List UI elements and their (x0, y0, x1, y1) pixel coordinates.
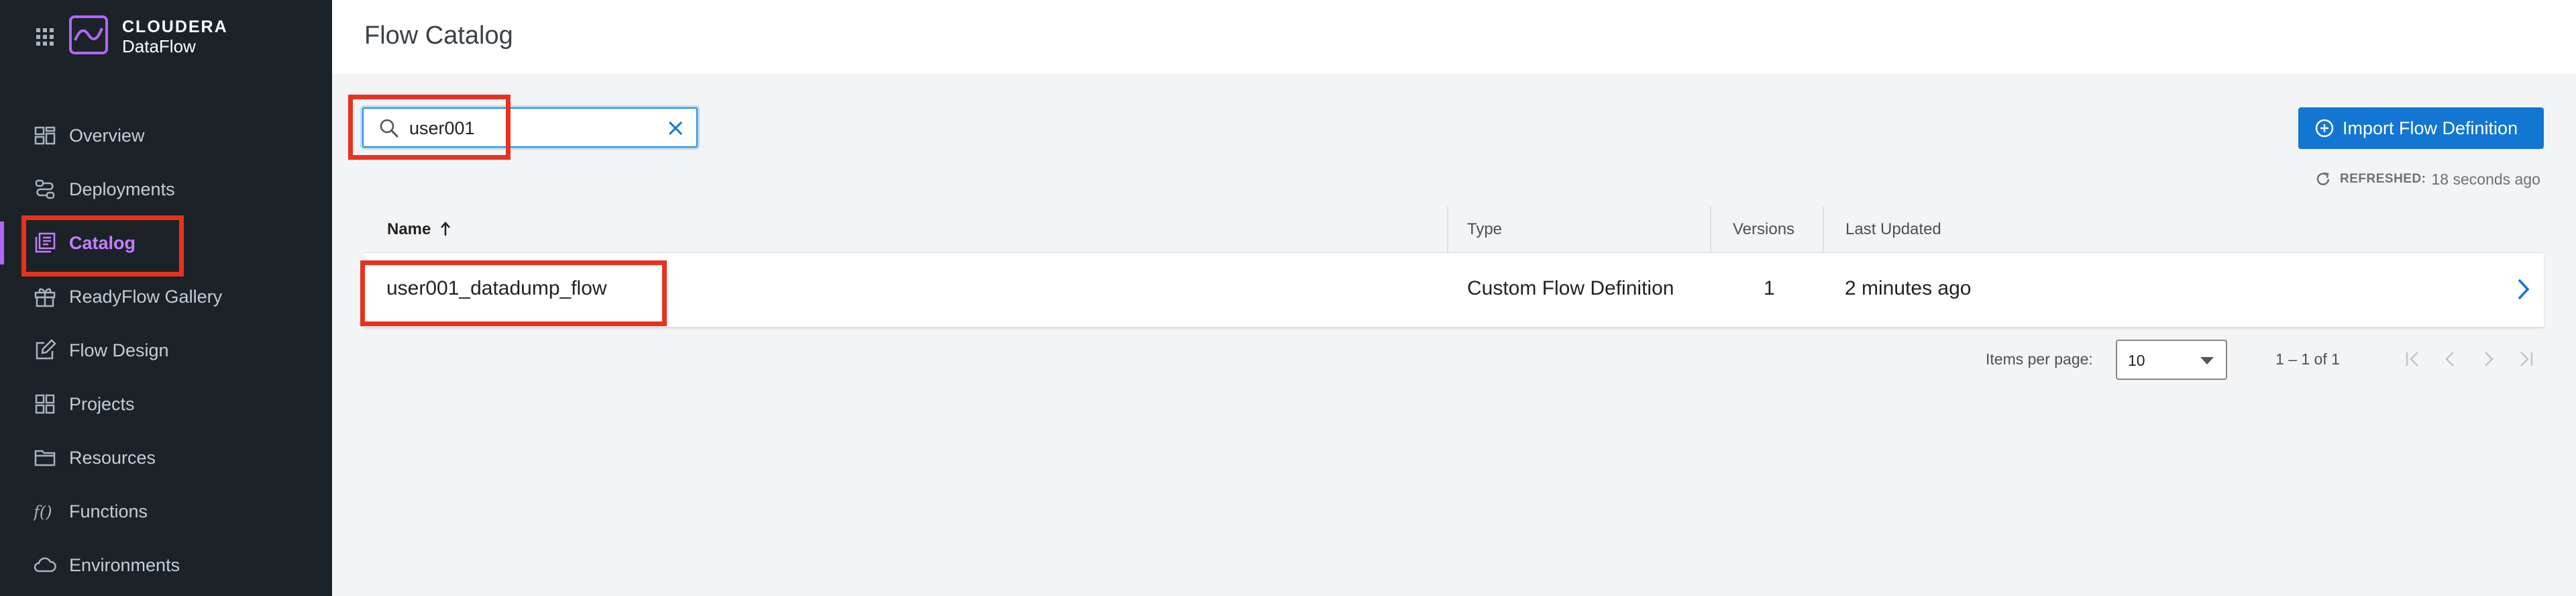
column-header-last-updated[interactable]: Last Updated (1845, 220, 1941, 239)
projects-icon (35, 394, 55, 414)
refresh-label: REFRESHED: (2340, 172, 2426, 186)
app-grid-icon[interactable] (35, 27, 55, 47)
search-icon (380, 119, 399, 138)
page-range: 1 – 1 of 1 (2275, 350, 2340, 368)
brand: CLOUDERA DataFlow (122, 17, 228, 56)
catalog-icon (35, 232, 56, 253)
first-page-icon[interactable] (2402, 348, 2424, 370)
dashboard-icon (34, 126, 56, 145)
flow-versions: 1 (1764, 277, 1775, 299)
brand-name: CLOUDERA (122, 17, 228, 36)
search-value: user001 (409, 118, 475, 138)
dropdown-arrow-icon (2200, 357, 2214, 364)
nav-item-overview[interactable]: Overview (0, 111, 332, 160)
nav-item-environments[interactable]: Environments (0, 541, 332, 589)
last-page-icon[interactable] (2514, 348, 2537, 370)
column-divider (1710, 207, 1711, 252)
product-name: DataFlow (122, 36, 196, 56)
refresh-time: 18 seconds ago (2431, 170, 2540, 188)
nav-label: Catalog (69, 232, 136, 253)
chevron-right-icon[interactable] (2513, 276, 2533, 303)
flow-table: Name Type Versions Last Updated user001_… (364, 207, 2544, 327)
previous-page-icon[interactable] (2439, 348, 2462, 370)
dataflow-logo-icon (69, 15, 108, 54)
column-header-type[interactable]: Type (1467, 220, 1502, 239)
table-row[interactable]: user001_datadump_flow Custom Flow Defini… (364, 253, 2544, 327)
page-title: Flow Catalog (364, 21, 513, 50)
page-header: Flow Catalog (332, 0, 2576, 74)
nav-label: Resources (69, 447, 156, 468)
nav-label: Functions (69, 501, 148, 522)
items-per-page-select[interactable]: 10 (2116, 340, 2227, 380)
button-label: Import Flow Definition (2343, 118, 2518, 138)
svg-text:f(): f() (34, 503, 52, 522)
nav-item-projects[interactable]: Projects (0, 380, 332, 428)
sort-ascending-icon (441, 221, 450, 236)
function-icon: f() (34, 503, 52, 522)
table-header: Name Type Versions Last Updated (364, 207, 2544, 253)
flow-name[interactable]: user001_datadump_flow (386, 277, 607, 300)
import-flow-definition-button[interactable]: Import Flow Definition (2298, 107, 2544, 149)
sidebar: CLOUDERA DataFlow Overview Deployments C… (0, 0, 332, 596)
next-page-icon[interactable] (2477, 348, 2500, 370)
folder-icon (34, 450, 56, 466)
nav-label: Projects (69, 393, 135, 414)
nav-label: Environments (69, 554, 180, 575)
gift-icon (34, 288, 56, 307)
column-header-name[interactable]: Name (387, 220, 451, 239)
column-divider (1823, 207, 1824, 252)
column-header-versions[interactable]: Versions (1733, 220, 1794, 239)
refresh-status: REFRESHED: 18 seconds ago (2314, 168, 2540, 191)
nav-item-functions[interactable]: f() Functions (0, 487, 332, 536)
nav-item-flow-design[interactable]: Flow Design (0, 326, 332, 375)
cloud-icon (34, 557, 56, 573)
nav-label: Overview (69, 125, 145, 146)
clear-icon[interactable] (665, 118, 686, 138)
nav-label: ReadyFlow Gallery (69, 286, 223, 307)
items-per-page-value: 10 (2128, 352, 2145, 369)
nav-item-catalog[interactable]: Catalog (0, 219, 332, 267)
items-per-page-label: Items per page: (1986, 350, 2093, 368)
edit-icon (36, 339, 56, 360)
nav-label: Deployments (69, 179, 175, 199)
deployments-icon (35, 179, 55, 199)
nav-item-deployments[interactable]: Deployments (0, 165, 332, 213)
flow-last-updated: 2 minutes ago (1845, 277, 1972, 299)
flow-type: Custom Flow Definition (1467, 277, 1674, 299)
column-divider (1447, 207, 1448, 252)
search-input[interactable]: user001 (362, 107, 698, 148)
nav-item-resources[interactable]: Resources (0, 434, 332, 482)
nav-label: Flow Design (69, 340, 169, 360)
nav-item-readyflow-gallery[interactable]: ReadyFlow Gallery (0, 272, 332, 321)
add-circle-icon (2315, 119, 2334, 138)
refresh-icon[interactable] (2314, 170, 2332, 188)
